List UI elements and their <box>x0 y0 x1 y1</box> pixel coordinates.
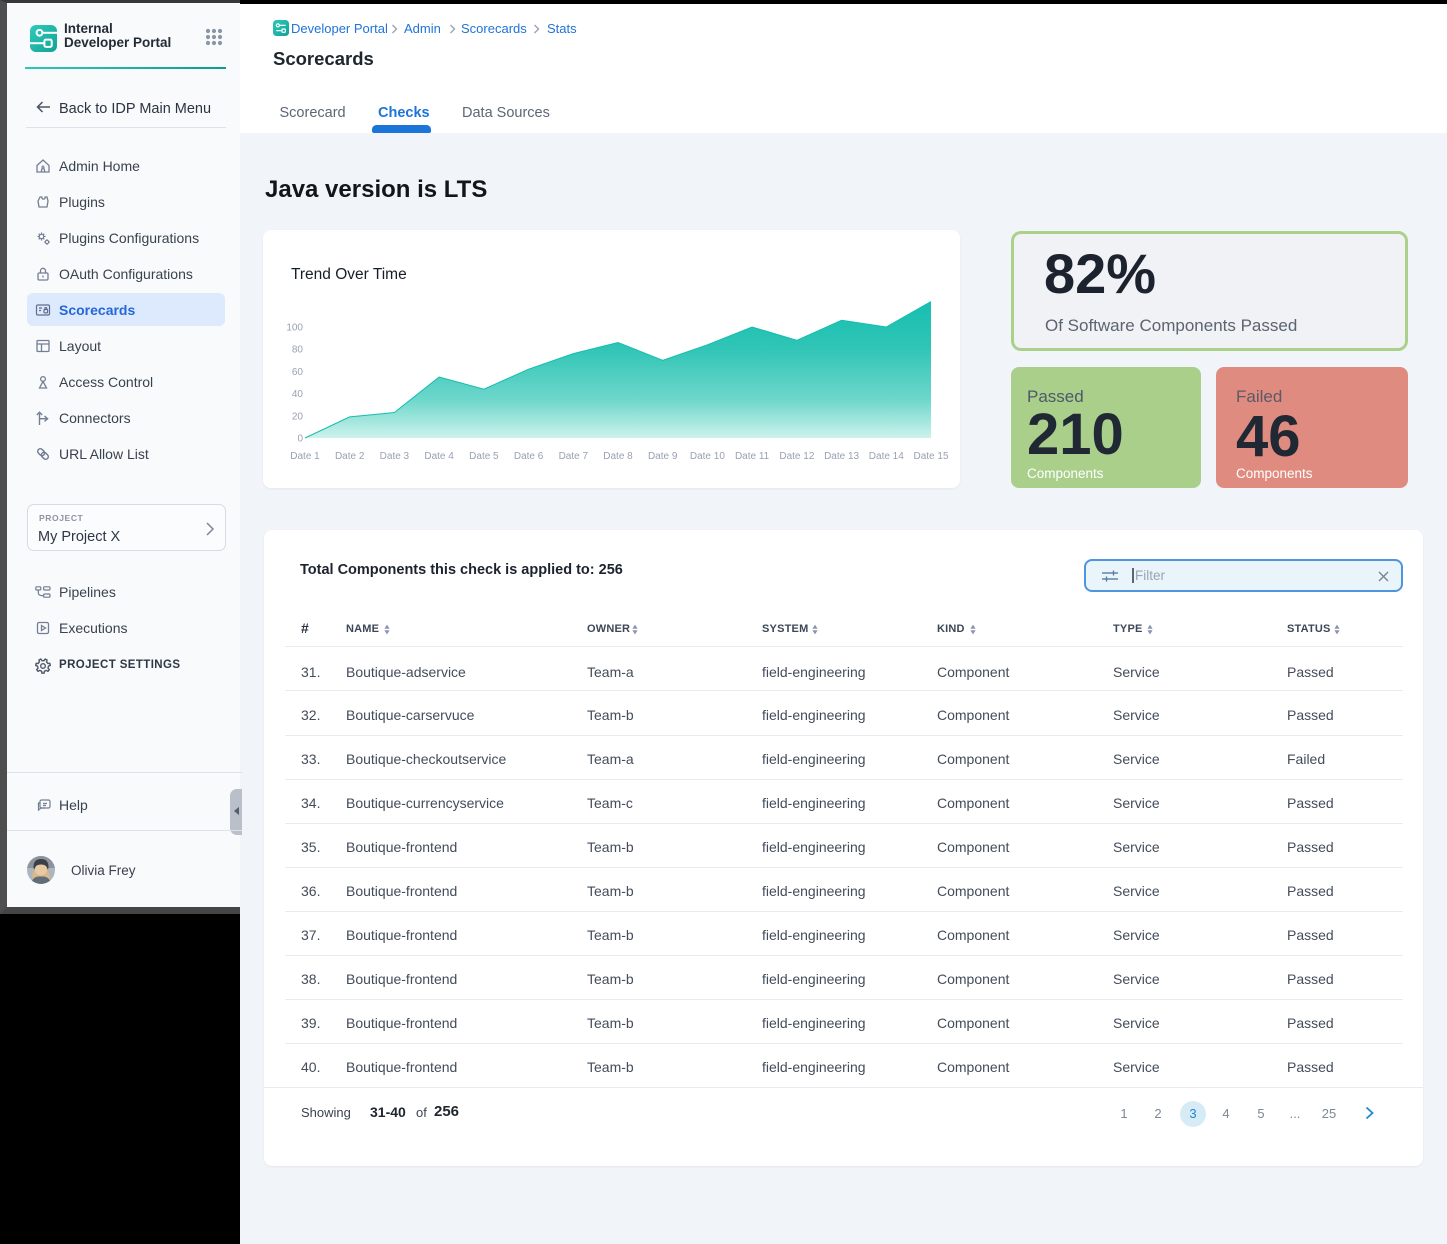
svg-text:Date 9: Date 9 <box>648 451 678 462</box>
svg-text:Date 2: Date 2 <box>335 451 365 462</box>
svg-text:100: 100 <box>286 323 303 334</box>
svg-text:Date 12: Date 12 <box>779 451 814 462</box>
svg-text:80: 80 <box>292 345 304 356</box>
svg-text:40: 40 <box>292 389 304 400</box>
svg-text:Date 1: Date 1 <box>290 451 320 462</box>
svg-text:Date 3: Date 3 <box>380 451 410 462</box>
svg-text:Date 10: Date 10 <box>690 451 725 462</box>
svg-text:Date 8: Date 8 <box>603 451 633 462</box>
svg-text:Date 14: Date 14 <box>869 451 904 462</box>
svg-text:Date 13: Date 13 <box>824 451 859 462</box>
svg-text:Date 5: Date 5 <box>469 451 499 462</box>
svg-text:Date 4: Date 4 <box>424 451 454 462</box>
svg-text:0: 0 <box>297 434 303 445</box>
svg-text:Date 6: Date 6 <box>514 451 544 462</box>
svg-text:Date 11: Date 11 <box>735 451 770 462</box>
svg-text:Date 15: Date 15 <box>913 451 948 462</box>
svg-text:20: 20 <box>292 411 304 422</box>
svg-text:60: 60 <box>292 367 304 378</box>
svg-text:Date 7: Date 7 <box>559 451 589 462</box>
